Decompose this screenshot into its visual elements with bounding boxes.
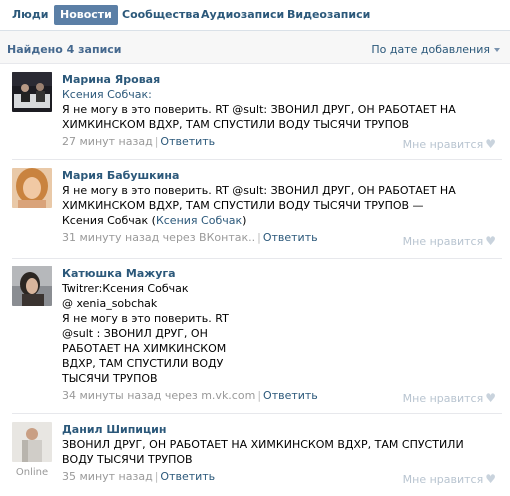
avatar[interactable] [12, 422, 52, 462]
heart-icon: ♥ [485, 137, 496, 151]
post-divider [12, 159, 502, 160]
tab-communities[interactable]: Сообщества [116, 5, 206, 25]
avatar[interactable] [12, 168, 52, 208]
reply-link[interactable]: Ответить [263, 231, 318, 244]
post-divider [12, 413, 502, 414]
chevron-down-icon [494, 48, 500, 52]
post-text-tail: ) [242, 214, 247, 227]
post-time[interactable]: 34 минуты назад через m.vk.com [62, 389, 255, 402]
post-time[interactable]: 27 минут назад [62, 135, 153, 148]
avatar[interactable] [12, 72, 52, 112]
post-text: Ксения Собчак: Я не могу в это поверить.… [62, 87, 502, 132]
like-label: Мне нравится [402, 473, 484, 486]
tab-people[interactable]: Люди [6, 5, 54, 25]
like-button[interactable]: Мне нравится ♥ [403, 391, 496, 405]
news-post: Мария Бабушкина Я не могу в это поверить… [0, 168, 510, 258]
like-button[interactable]: Мне нравится ♥ [403, 234, 496, 248]
like-label: Мне нравится [402, 392, 484, 405]
like-label: Мне нравится [402, 138, 484, 151]
results-summary-bar: Найдено 4 записи По дате добавления [0, 30, 510, 64]
post-text-body: Я не могу в это поверить. RT @sult: ЗВОН… [62, 103, 456, 131]
mention-link[interactable]: Ксения Собчак [156, 214, 242, 227]
results-count: Найдено 4 записи [7, 43, 122, 56]
like-label: Мне нравится [402, 235, 484, 248]
post-text-body: Я не могу в это поверить. RT @sult: ЗВОН… [62, 184, 456, 227]
search-tabs: Люди Новости Сообщества Аудиозаписи Виде… [0, 0, 510, 30]
heart-icon: ♥ [485, 234, 496, 248]
post-author[interactable]: Марина Яровая [62, 72, 502, 87]
like-button[interactable]: Мне нравится ♥ [403, 472, 496, 486]
tab-audio[interactable]: Аудиозаписи [195, 5, 290, 25]
post-text: Я не могу в это поверить. RT @sult: ЗВОН… [62, 183, 502, 228]
heart-icon: ♥ [485, 472, 496, 486]
avatar[interactable] [12, 266, 52, 306]
news-post: Online Данил Шипицин ЗВОНИЛ ДРУГ, ОН РАБ… [0, 422, 510, 492]
news-post: Катюшка Мажуга Twitrer:Ксения Собчак @ x… [0, 266, 510, 406]
tab-video[interactable]: Видеозаписи [281, 5, 376, 25]
mention-link[interactable]: Ксения Собчак: [62, 88, 152, 101]
post-divider [12, 258, 502, 259]
reply-link[interactable]: Ответить [160, 470, 215, 483]
sort-dropdown[interactable]: По дате добавления [371, 43, 500, 56]
post-author[interactable]: Мария Бабушкина [62, 168, 502, 183]
post-text: Twitrer:Ксения Собчак @ xenia_sobchak Я … [62, 282, 229, 385]
post-text: ЗВОНИЛ ДРУГ, ОН РАБОТАЕТ НА ХИМКИНСКОМ В… [62, 438, 464, 466]
tab-news[interactable]: Новости [54, 5, 118, 25]
reply-link[interactable]: Ответить [263, 389, 318, 402]
online-status: Online [15, 467, 49, 478]
post-body: Катюшка Мажуга Twitrer:Ксения Собчак @ x… [62, 266, 502, 403]
post-time[interactable]: 35 минут назад [62, 470, 153, 483]
post-time[interactable]: 31 минуту назад через ВКонтак.. [62, 231, 255, 244]
post-author[interactable]: Данил Шипицин [62, 422, 502, 437]
sort-label: По дате добавления [371, 43, 490, 56]
heart-icon: ♥ [485, 391, 496, 405]
reply-link[interactable]: Ответить [160, 135, 215, 148]
news-post: Марина Яровая Ксения Собчак: Я не могу в… [0, 72, 510, 156]
like-button[interactable]: Мне нравится ♥ [403, 137, 496, 151]
post-author[interactable]: Катюшка Мажуга [62, 266, 502, 281]
